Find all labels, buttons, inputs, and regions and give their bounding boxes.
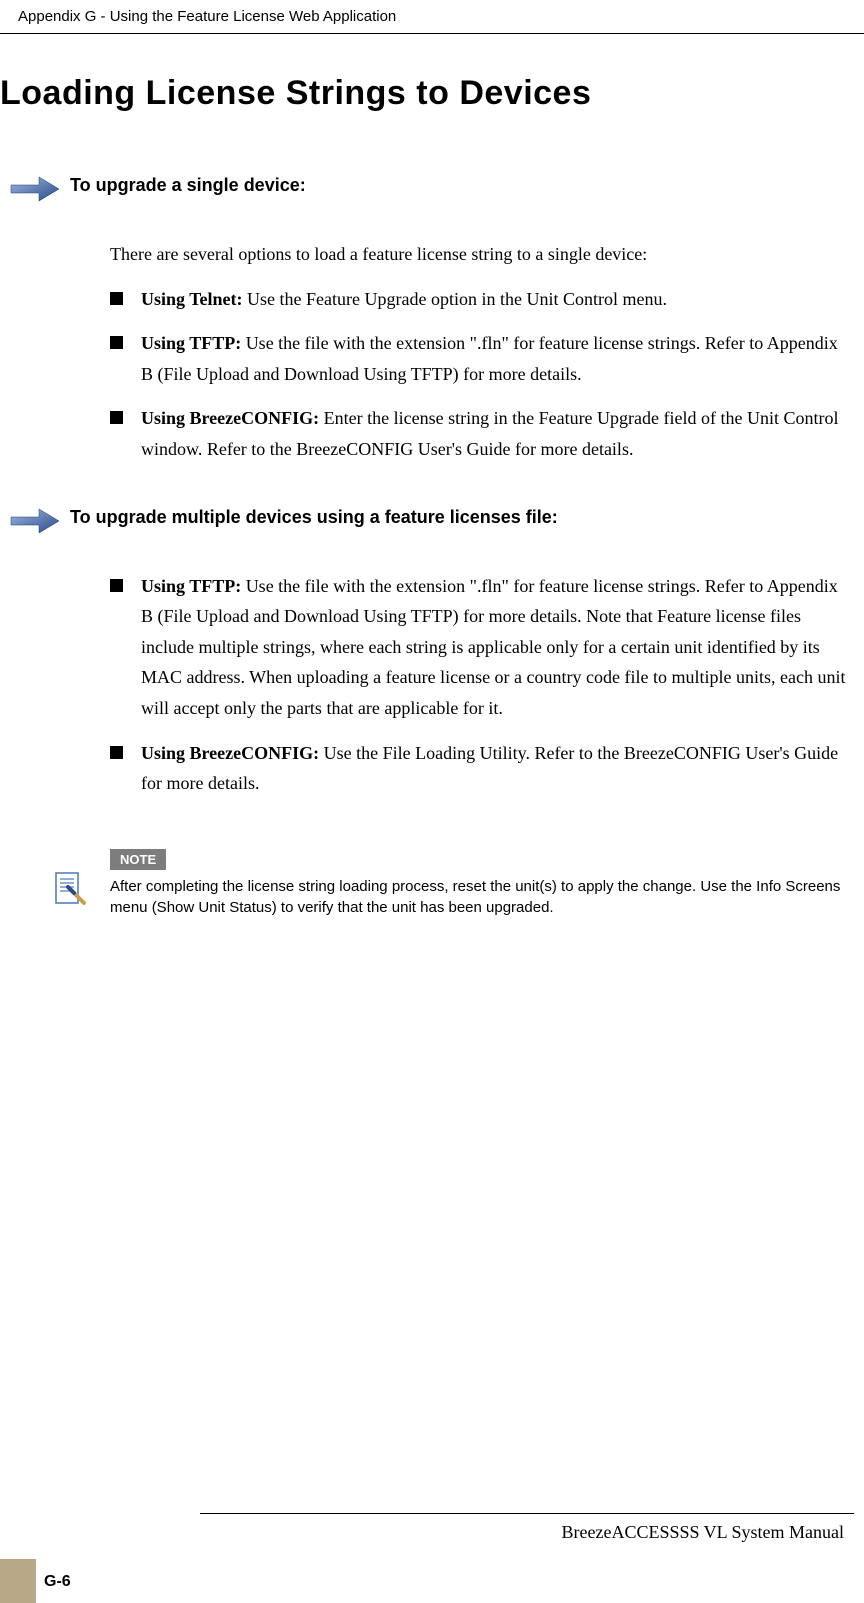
note-label: NOTE	[110, 849, 166, 870]
bullet-label: Using BreezeCONFIG:	[141, 743, 319, 763]
square-bullet-icon	[110, 292, 123, 305]
bullet-telnet: Using Telnet: Use the Feature Upgrade op…	[110, 284, 854, 315]
bullet-tftp-single: Using TFTP: Use the file with the extens…	[110, 328, 854, 389]
section-multiple-devices: To upgrade multiple devices using a feat…	[0, 505, 864, 535]
bullet-label: Using BreezeCONFIG:	[141, 408, 319, 428]
page-tab-decoration	[0, 1559, 36, 1603]
note-icon	[50, 869, 90, 909]
section-single-device: To upgrade a single device:	[0, 173, 864, 203]
bullet-tftp-multi: Using TFTP: Use the file with the extens…	[110, 571, 854, 724]
footer: BreezeACCESSSS VL System Manual G-6	[0, 1513, 864, 1603]
section2-body: Using TFTP: Use the file with the extens…	[110, 571, 864, 799]
square-bullet-icon	[110, 336, 123, 349]
note-text: After completing the license string load…	[110, 876, 854, 918]
bullet-breezeconfig-single: Using BreezeCONFIG: Enter the license st…	[110, 403, 854, 464]
bullet-breezeconfig-multi: Using BreezeCONFIG: Use the File Loading…	[110, 738, 854, 799]
arrow-icon	[0, 173, 70, 203]
header-appendix: Appendix G - Using the Feature License W…	[0, 0, 864, 33]
bullet-label: Using TFTP:	[141, 333, 241, 353]
section1-intro: There are several options to load a feat…	[110, 239, 854, 270]
bullet-label: Using TFTP:	[141, 576, 241, 596]
square-bullet-icon	[110, 579, 123, 592]
bullet-text: Use the file with the extension ".fln" f…	[141, 576, 845, 718]
page-title: Loading License Strings to Devices	[0, 74, 864, 113]
arrow-icon	[0, 505, 70, 535]
square-bullet-icon	[110, 411, 123, 424]
page-corner: G-6	[0, 1559, 71, 1603]
bullet-text: Use the Feature Upgrade option in the Un…	[243, 289, 667, 309]
square-bullet-icon	[110, 746, 123, 759]
bullet-text: Use the file with the extension ".fln" f…	[141, 333, 838, 384]
section1-body: There are several options to load a feat…	[110, 239, 864, 465]
section-heading-single: To upgrade a single device:	[70, 173, 306, 196]
bullet-label: Using Telnet:	[141, 289, 243, 309]
note-block: NOTE After completing the license string…	[110, 849, 864, 918]
page-number: G-6	[36, 1573, 71, 1603]
section-heading-multiple: To upgrade multiple devices using a feat…	[70, 505, 558, 528]
footer-manual-name: BreezeACCESSSS VL System Manual	[0, 1514, 864, 1543]
